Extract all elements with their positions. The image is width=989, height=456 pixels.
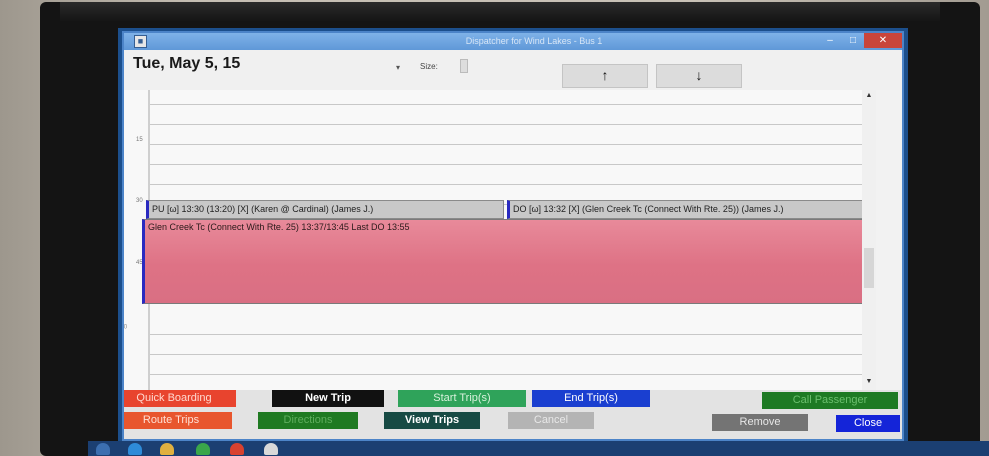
quick-boarding-button[interactable]: Quick Boarding [124, 390, 236, 407]
grid-line [150, 354, 862, 355]
scroll-up-button[interactable]: ↑ [562, 64, 648, 88]
pickup-appointment[interactable]: PU [ω] 13:30 (13:20) [X] (Karen @ Cardin… [146, 200, 504, 219]
action-bar: Quick Boarding New Trip Start Trip(s) En… [124, 390, 902, 439]
grid-line [150, 184, 862, 185]
taskbar [88, 441, 989, 456]
date-selector[interactable]: Tue, May 5, 15 [133, 55, 240, 73]
scroll-down-button[interactable]: ↓ [656, 64, 742, 88]
remove-button[interactable]: Remove [712, 414, 808, 431]
grid-line [150, 104, 862, 105]
call-passenger-button[interactable]: Call Passenger [762, 392, 898, 409]
time-label: 30 [136, 198, 143, 204]
folder-icon[interactable] [160, 443, 174, 455]
view-trips-button[interactable]: View Trips [384, 412, 480, 429]
schedule-grid[interactable]: 15 30 45 1400 PU [ω] 13:30 (13:20) [X] (… [123, 90, 864, 390]
scroll-down-arrow-icon[interactable]: ▼ [862, 378, 876, 385]
trip-block[interactable]: Glen Creek Tc (Connect With Rte. 25) 13:… [142, 219, 864, 304]
minimize-button[interactable]: – [818, 33, 842, 48]
scroll-thumb[interactable] [864, 248, 874, 288]
trip-block-label: Glen Creek Tc (Connect With Rte. 25) 13:… [148, 222, 410, 232]
grid-line [150, 334, 862, 335]
maximize-button[interactable]: □ [842, 33, 864, 48]
hour-label: 1400 [123, 322, 128, 337]
app-icon: ■ [134, 35, 147, 48]
grid-line [150, 164, 862, 165]
chrome-icon[interactable] [230, 443, 244, 455]
close-button[interactable]: Close [836, 415, 900, 432]
new-trip-button[interactable]: New Trip [272, 390, 384, 407]
grid-line [150, 124, 862, 125]
start-trips-button[interactable]: Start Trip(s) [398, 390, 526, 407]
time-label: 15 [136, 137, 143, 143]
dropoff-appointment[interactable]: DO [ω] 13:32 [X] (Glen Creek Tc (Connect… [507, 200, 864, 219]
size-slider[interactable] [460, 59, 468, 73]
hour-minutes: 00 [123, 324, 128, 331]
toolbar: Tue, May 5, 15 ▾ Size: ↑ ↓ [124, 50, 902, 90]
directions-button[interactable]: Directions [258, 412, 358, 429]
end-trips-button[interactable]: End Trip(s) [532, 390, 650, 407]
window-title: Dispatcher for Wind Lakes - Bus 1 [465, 36, 603, 46]
title-bar: ■ Dispatcher for Wind Lakes - Bus 1 – □ … [124, 33, 902, 50]
browser-icon[interactable] [128, 443, 142, 455]
scroll-up-arrow-icon[interactable]: ▲ [862, 92, 876, 99]
app-icon-green[interactable] [196, 443, 210, 455]
chevron-down-icon[interactable]: ▾ [396, 63, 400, 72]
window-close-button[interactable]: ✕ [864, 33, 902, 48]
route-trips-button[interactable]: Route Trips [124, 412, 232, 429]
size-label: Size: [420, 62, 438, 71]
cancel-button[interactable]: Cancel [508, 412, 594, 429]
start-icon[interactable] [96, 443, 110, 455]
grid-line [150, 374, 862, 375]
grid-line [150, 144, 862, 145]
edit-icon[interactable] [264, 443, 278, 455]
vertical-scrollbar[interactable]: ▲ ▼ [862, 90, 876, 390]
dispatcher-window: ■ Dispatcher for Wind Lakes - Bus 1 – □ … [122, 31, 904, 441]
